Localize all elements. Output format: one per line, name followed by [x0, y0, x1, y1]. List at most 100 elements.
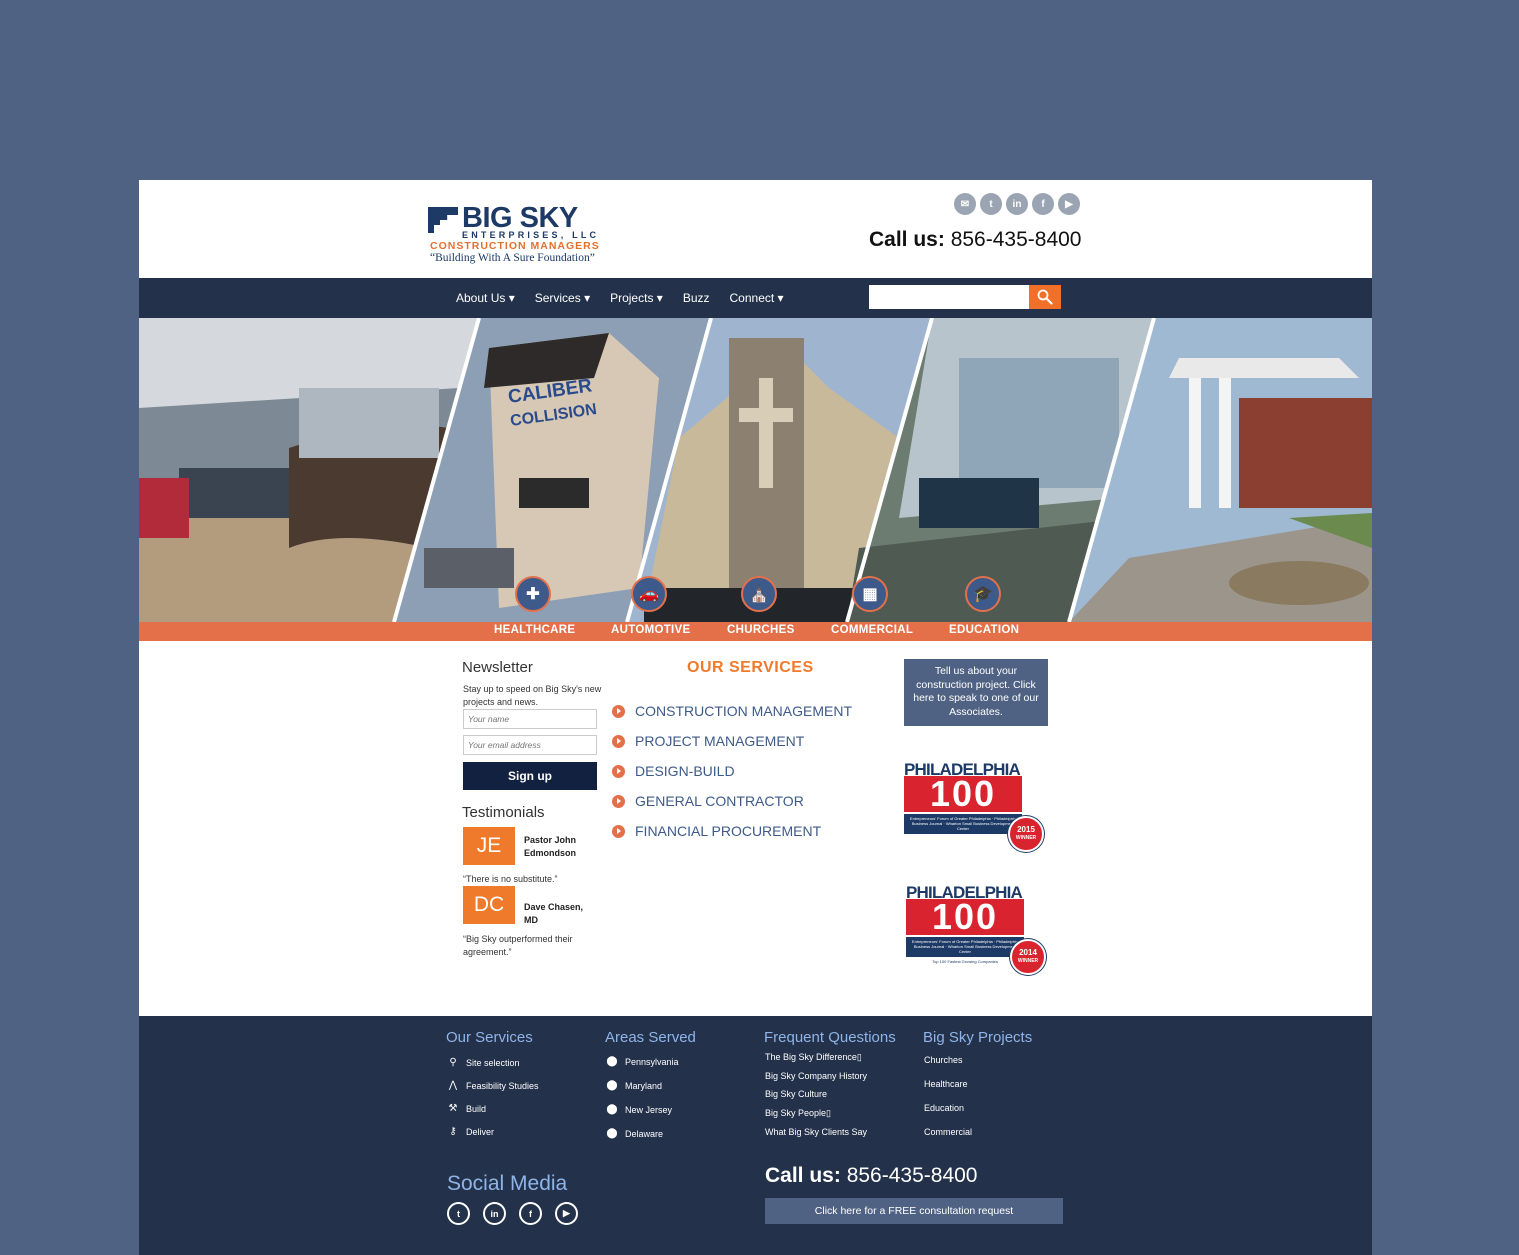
logo[interactable]: BIG SKY ENTERPRISES, LLC CONSTRUCTION MA… [428, 204, 608, 268]
nav-item-about[interactable]: About Us ▾ [456, 291, 515, 305]
main-nav: About Us ▾ Services ▾ Projects ▾ Buzz Co… [139, 278, 1372, 318]
footer-faq-link[interactable]: What Big Sky Clients Say [765, 1127, 867, 1137]
healthcare-cross-icon[interactable]: ✚ [515, 576, 551, 612]
footer-call: Call us: 856-435-8400 [765, 1164, 977, 1188]
footer-link-label[interactable]: Build [466, 1104, 486, 1114]
award-number: 100 [906, 899, 1024, 935]
award-number: 100 [904, 776, 1022, 812]
key-icon: ⚷ [449, 1126, 457, 1137]
services-list: CONSTRUCTION MANAGEMENT PROJECT MANAGEME… [612, 696, 852, 846]
service-label[interactable]: CONSTRUCTION MANAGEMENT [635, 703, 852, 719]
testimonial-name: Dave Chasen, MD [524, 902, 584, 925]
free-consultation-button[interactable]: Click here for a FREE consultation reque… [765, 1198, 1063, 1224]
footer-call-label: Call us: [765, 1164, 841, 1187]
nav-item-buzz[interactable]: Buzz [683, 291, 710, 305]
service-item[interactable]: DESIGN-BUILD [612, 756, 852, 786]
service-item[interactable]: FINANCIAL PROCUREMENT [612, 816, 852, 846]
email-icon[interactable]: ✉ [954, 193, 976, 215]
logo-tagline: CONSTRUCTION MANAGERS [430, 240, 600, 252]
arrow-bullet-icon [612, 704, 625, 718]
footer-area-link[interactable]: ⬤ New Jersey [605, 1104, 672, 1115]
footer-faq-link[interactable]: Big Sky People▯ [765, 1108, 831, 1119]
header-social-icons: ✉ t in f ▶ [954, 193, 1080, 215]
service-item[interactable]: GENERAL CONTRACTOR [612, 786, 852, 816]
service-label[interactable]: FINANCIAL PROCUREMENT [635, 823, 821, 839]
testimonial-avatar: DC [463, 886, 515, 924]
building-icon[interactable]: ▦ [852, 576, 888, 612]
church-icon[interactable]: ⛪ [741, 576, 777, 612]
testimonials-title: Testimonials [462, 804, 545, 821]
footer-link-label[interactable]: Maryland [625, 1081, 662, 1091]
footer-project-link[interactable]: Churches [924, 1055, 963, 1065]
newsletter-description: Stay up to speed on Big Sky's new projec… [463, 684, 602, 707]
newsletter-email-input[interactable] [463, 735, 597, 755]
phone-number[interactable]: 856-435-8400 [951, 228, 1082, 251]
footer-project-link[interactable]: Healthcare [924, 1079, 968, 1089]
service-label[interactable]: PROJECT MANAGEMENT [635, 733, 804, 749]
arrow-bullet-icon [612, 824, 625, 838]
signup-button[interactable]: Sign up [463, 762, 597, 790]
category-education[interactable]: EDUCATION [949, 624, 1019, 636]
footer-faq-link[interactable]: Big Sky Culture [765, 1089, 827, 1099]
footer-link-label[interactable]: Pennsylvania [625, 1057, 679, 1067]
footer-services-title: Our Services [446, 1029, 533, 1046]
twitter-icon[interactable]: t [980, 193, 1002, 215]
award-year: 2015 [1017, 825, 1035, 834]
footer-service-link[interactable]: ⚒ Build [446, 1103, 487, 1114]
facebook-icon[interactable]: f [519, 1202, 542, 1225]
project-cta-box[interactable]: Tell us about your construction project.… [904, 659, 1048, 726]
hammer-icon: ⚒ [448, 1103, 458, 1114]
footer-area-link[interactable]: ⬤ Maryland [605, 1080, 662, 1091]
search-input[interactable] [869, 285, 1029, 309]
footer-link-label[interactable]: Site selection [466, 1058, 520, 1068]
car-icon[interactable]: 🚗 [631, 576, 667, 612]
footer-phone[interactable]: 856-435-8400 [847, 1164, 978, 1187]
youtube-icon[interactable]: ▶ [1058, 193, 1080, 215]
header-call: Call us: 856-435-8400 [869, 228, 1081, 252]
service-label[interactable]: DESIGN-BUILD [635, 763, 735, 779]
footer-project-link[interactable]: Commercial [924, 1127, 972, 1137]
footer-service-link[interactable]: ⚷ Deliver [446, 1126, 494, 1137]
service-item[interactable]: CONSTRUCTION MANAGEMENT [612, 696, 852, 726]
footer-faq-link[interactable]: Big Sky Company History [765, 1071, 867, 1081]
linkedin-icon[interactable]: in [1006, 193, 1028, 215]
newsletter-name-input[interactable] [463, 709, 597, 729]
award-strip: Entrepreneurs' Forum of Greater Philadel… [904, 814, 1022, 834]
search-icon: ⚲ [449, 1057, 457, 1068]
footer-link-label[interactable]: Deliver [466, 1127, 494, 1137]
logo-title: BIG SKY [462, 202, 578, 234]
footer-areas-title: Areas Served [605, 1029, 696, 1046]
linkedin-icon[interactable]: in [483, 1202, 506, 1225]
award-badge-label: WINNER [1015, 835, 1037, 841]
footer-link-label[interactable]: New Jersey [625, 1105, 672, 1115]
nav-item-connect[interactable]: Connect ▾ [730, 291, 784, 305]
service-label[interactable]: GENERAL CONTRACTOR [635, 793, 804, 809]
category-automotive[interactable]: AUTOMOTIVE [611, 624, 690, 636]
category-healthcare[interactable]: HEALTHCARE [494, 624, 575, 636]
graduation-cap-icon[interactable]: 🎓 [965, 576, 1001, 612]
category-churches[interactable]: CHURCHES [727, 624, 795, 636]
nav-item-services[interactable]: Services ▾ [535, 291, 590, 305]
footer-service-link[interactable]: ⋀ Feasibility Studies [446, 1080, 539, 1091]
footer-link-label[interactable]: Feasibility Studies [466, 1081, 539, 1091]
twitter-icon[interactable]: t [447, 1202, 470, 1225]
footer-service-link[interactable]: ⚲ Site selection [446, 1057, 520, 1068]
award-badge: 2015 WINNER [1008, 816, 1044, 852]
map-pin-icon: ⬤ [606, 1104, 618, 1115]
award-footnote: Top 100 Fastest Growing Companies [932, 959, 998, 964]
footer-project-link[interactable]: Education [924, 1103, 964, 1113]
youtube-icon[interactable]: ▶ [555, 1202, 578, 1225]
facebook-icon[interactable]: f [1032, 193, 1054, 215]
testimonial-name: Pastor John Edmondson [524, 835, 577, 858]
service-item[interactable]: PROJECT MANAGEMENT [612, 726, 852, 756]
compass-icon: ⋀ [448, 1080, 458, 1091]
footer-area-link[interactable]: ⬤ Pennsylvania [605, 1056, 679, 1067]
nav-item-projects[interactable]: Projects ▾ [610, 291, 663, 305]
footer-area-link[interactable]: ⬤ Delaware [605, 1128, 663, 1139]
search-button[interactable] [1029, 285, 1061, 309]
category-commercial[interactable]: COMMERCIAL [831, 624, 913, 636]
newsletter-title: Newsletter [462, 659, 533, 676]
footer-link-label[interactable]: Delaware [625, 1129, 663, 1139]
services-title: OUR SERVICES [687, 659, 814, 676]
footer-faq-link[interactable]: The Big Sky Difference▯ [765, 1052, 862, 1063]
